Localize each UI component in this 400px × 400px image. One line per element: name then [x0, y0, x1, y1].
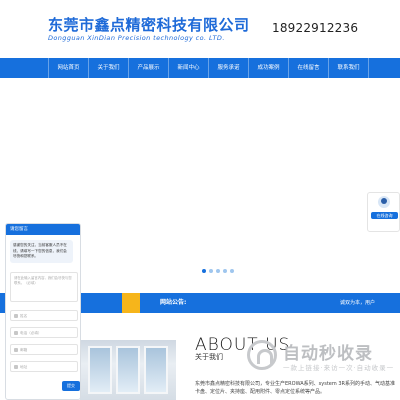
watermark-subtext: 一款上链接·来访一次·自动收录一	[283, 364, 395, 372]
message-textarea[interactable]: 请在此输入留言内容，我们会尽快与您联系。（必填）	[10, 272, 78, 302]
banner-dot[interactable]	[230, 269, 234, 273]
about-subtitle: 关于我们	[195, 353, 223, 361]
address-field[interactable]: 地址	[10, 361, 78, 372]
banner-dot[interactable]	[223, 269, 227, 273]
location-icon	[14, 365, 18, 369]
nav-item-contact[interactable]: 联系我们	[328, 58, 368, 78]
page: 东莞市鑫点精密科技有限公司 Dongguan XinDian Precision…	[0, 0, 400, 400]
watermark-logo-icon	[247, 340, 277, 370]
submit-button[interactable]: 提交	[62, 381, 80, 391]
about-description: 东莞市鑫点精密科技有限公司，专业生产EROWA系列、system 3R系列的手动…	[195, 381, 395, 395]
banner-pagination	[202, 269, 234, 273]
phone-icon	[14, 331, 18, 335]
online-consult-widget[interactable]: 在线咨询	[367, 192, 400, 232]
company-name[interactable]: 东莞市鑫点精密科技有限公司	[48, 14, 250, 35]
email-field-placeholder: 邮箱	[20, 348, 28, 352]
user-icon	[14, 314, 18, 318]
phone-field[interactable]: 电话（必填）	[10, 327, 78, 338]
nav-item-products[interactable]: 产品展示	[128, 58, 168, 78]
nav-spacer-right	[368, 58, 400, 78]
phone-field-placeholder: 电话（必填）	[20, 331, 42, 335]
company-english-name: Dongguan XinDian Precision technology co…	[48, 34, 225, 42]
mail-icon	[14, 348, 18, 352]
banner-dot[interactable]	[209, 269, 213, 273]
about-image	[80, 340, 176, 400]
nav-item-home[interactable]: 网站首页	[48, 58, 88, 78]
service-avatar-icon	[378, 196, 390, 208]
hotline-phone: 18922912236	[272, 21, 359, 35]
notice-text[interactable]: 诚双为本，用户	[340, 293, 375, 313]
online-consult-label[interactable]: 在线咨询	[371, 212, 398, 219]
site-header: 东莞市鑫点精密科技有限公司 Dongguan XinDian Precision…	[0, 0, 400, 58]
address-field-placeholder: 地址	[20, 365, 28, 369]
nav-spacer-left	[0, 58, 48, 78]
email-field[interactable]: 邮箱	[10, 344, 78, 355]
nav-item-service[interactable]: 服务承诺	[208, 58, 248, 78]
notice-accent-block	[122, 293, 140, 313]
name-field[interactable]: 姓名	[10, 310, 78, 321]
window-pane	[144, 346, 168, 394]
chat-header[interactable]: 请您留言	[6, 224, 80, 235]
nav-item-about[interactable]: 关于我们	[88, 58, 128, 78]
main-nav: 网站首页 关于我们 产品展示 新闻中心 服务承诺 成功案例 在线留言 联系我们	[0, 58, 400, 78]
window-pane	[116, 346, 140, 394]
nav-item-cases[interactable]: 成功案例	[248, 58, 288, 78]
nav-item-news[interactable]: 新闻中心	[168, 58, 208, 78]
notice-title: 网站公告:	[160, 299, 187, 306]
nav-item-message[interactable]: 在线留言	[288, 58, 328, 78]
banner-dot[interactable]	[216, 269, 220, 273]
watermark: 自动秒收录 一款上链接·来访一次·自动收录一	[247, 338, 397, 378]
window-pane	[88, 346, 112, 394]
watermark-text: 自动秒收录	[283, 344, 373, 364]
name-field-placeholder: 姓名	[20, 314, 28, 318]
banner-dot[interactable]	[202, 269, 206, 273]
leave-message-widget: 请您留言 感谢您的关注，当前客服人员不在线，请填写一下您的信息，我们会尽快和您联…	[5, 223, 81, 400]
chat-greeting: 感谢您的关注，当前客服人员不在线，请填写一下您的信息，我们会尽快和您联系。	[10, 240, 73, 263]
